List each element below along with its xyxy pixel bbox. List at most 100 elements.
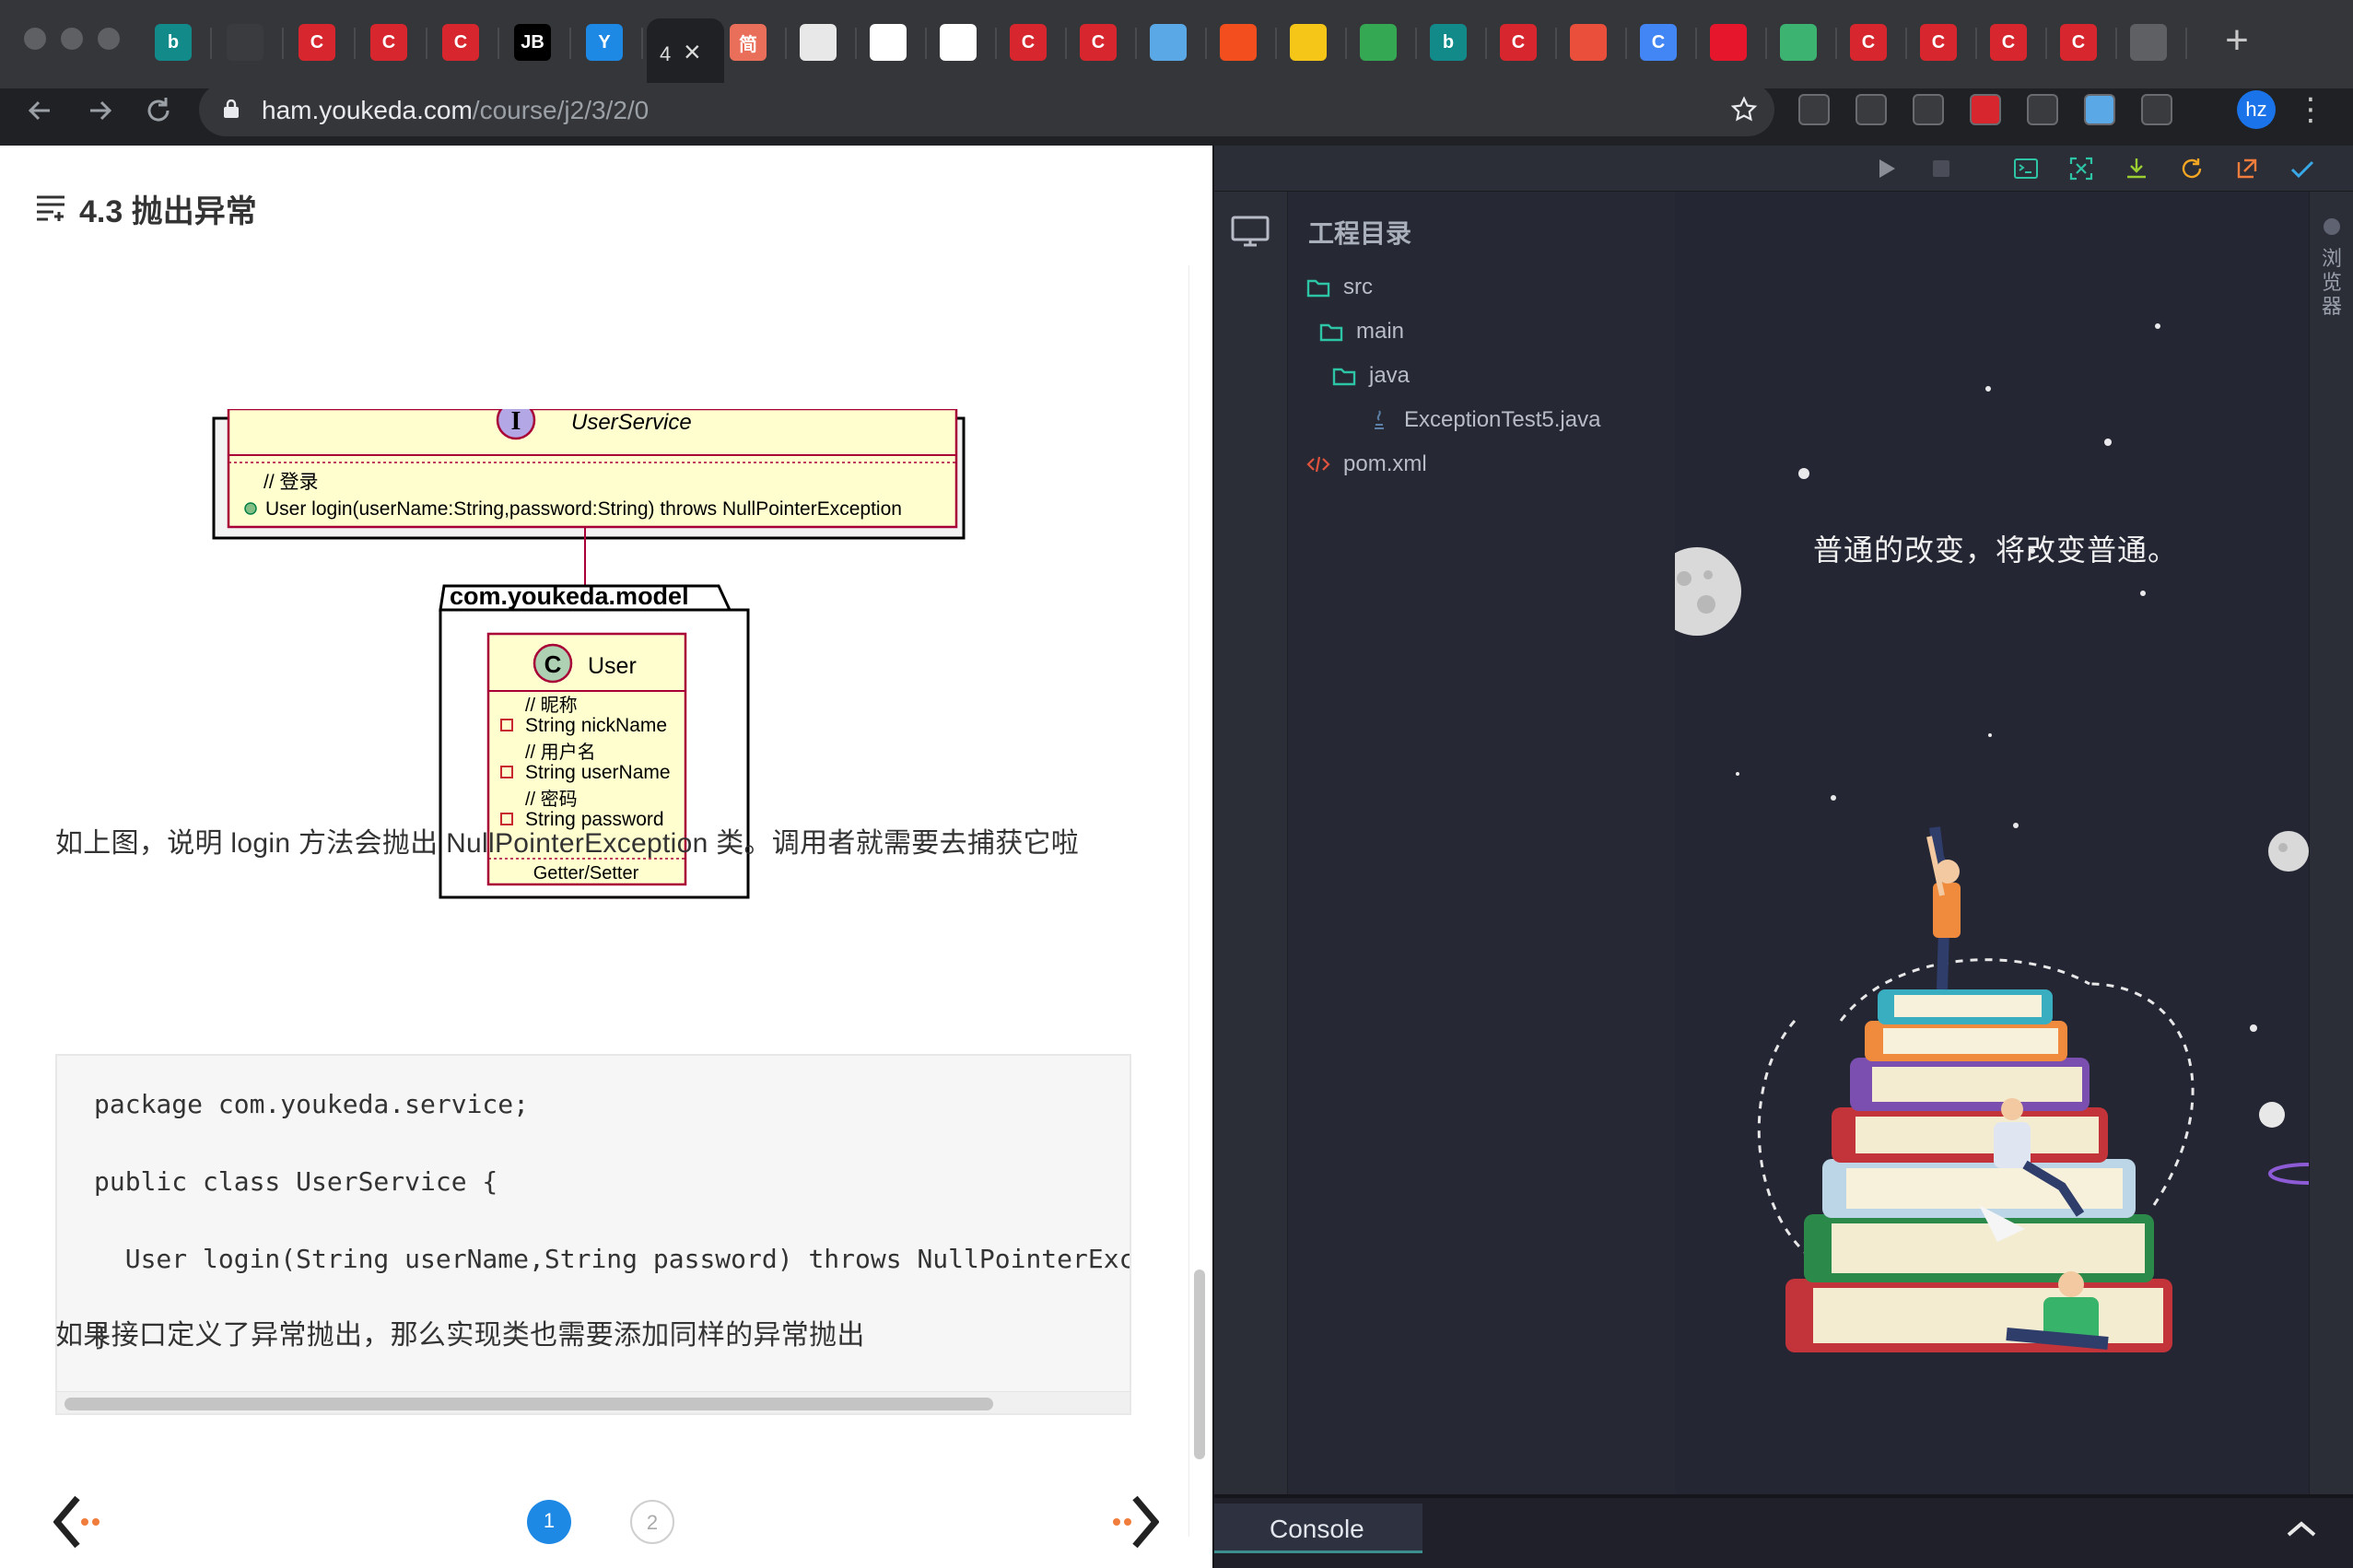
tree-item-main[interactable]: main [1319, 313, 1404, 350]
ide-pane: 工程目录 src main java ExceptionTest5.java pom.x… [1214, 146, 2353, 1568]
tree-item-pom-xml[interactable]: pom.xml [1306, 446, 1427, 483]
arrow-left-icon [28, 100, 50, 121]
profile-avatar[interactable]: hz [2237, 90, 2276, 129]
browser-side-tab[interactable]: 浏览器 [2321, 247, 2343, 319]
paragraph-1: 如上图，说明 login 方法会抛出 NullPointerException … [55, 828, 1080, 859]
tree-item-label: java [1369, 363, 1411, 388]
interface-badge-letter: I [511, 409, 521, 436]
folder-icon [1319, 323, 1343, 342]
csdn-icon[interactable]: C [1850, 24, 1887, 61]
download-icon[interactable] [2123, 155, 2150, 182]
globe-icon[interactable] [2130, 24, 2167, 61]
tab-separator [1275, 28, 1277, 59]
bing-icon[interactable]: b [155, 24, 192, 61]
forward-button[interactable] [81, 92, 118, 129]
code-horizontal-scrollbar[interactable] [64, 1398, 993, 1410]
jianshu-icon[interactable]: 简 [730, 24, 767, 61]
maximize-window-button[interactable] [98, 28, 120, 50]
close-window-button[interactable] [24, 28, 46, 50]
bing-icon[interactable]: b [1430, 24, 1467, 61]
csdn-icon[interactable]: C [1080, 24, 1117, 61]
minimize-window-button[interactable] [61, 28, 83, 50]
address-bar[interactable]: ham.youkeda.com/course/j2/3/2/0 [199, 83, 1774, 136]
tree-item-label: pom.xml [1343, 451, 1427, 476]
fullscreen-icon[interactable] [2067, 155, 2095, 182]
reload-button[interactable] [140, 92, 177, 129]
field-comment: // 用户名 [525, 742, 596, 763]
active-tab[interactable]: 4 × [647, 18, 724, 88]
new-tab-button[interactable]: + [2217, 20, 2257, 63]
stop-icon[interactable] [1927, 155, 1955, 182]
page-1-button[interactable]: 1 [527, 1500, 571, 1544]
weibo-icon[interactable] [1710, 24, 1747, 61]
browser-menu-button[interactable]: ⋮ [2292, 92, 2329, 129]
ide-activity-bar [1214, 192, 1288, 1524]
field-comment: // 昵称 [525, 695, 578, 716]
explorer-title: 工程目录 [1308, 219, 1412, 248]
monitor-icon[interactable] [1231, 216, 1270, 247]
page-2-button[interactable]: 2 [630, 1500, 674, 1544]
next-page-icon[interactable] [1109, 1494, 1159, 1550]
jetbrains-icon[interactable]: JB [514, 24, 551, 61]
back-button[interactable] [22, 92, 59, 129]
package-name: com.youkeda.model [450, 582, 689, 610]
tab-separator [1345, 28, 1347, 59]
bookmark-star-icon[interactable] [1730, 96, 1758, 123]
csdn-icon[interactable]: C [1010, 24, 1047, 61]
tab-separator [282, 28, 284, 59]
chevron-up-icon[interactable] [2283, 1515, 2320, 1542]
refresh-icon[interactable] [2178, 155, 2206, 182]
reload-icon [147, 98, 170, 122]
run-icon[interactable] [1872, 155, 1900, 182]
store-icon[interactable] [1570, 24, 1607, 61]
lesson-scrollbar[interactable] [1194, 1270, 1205, 1459]
csdn-icon[interactable]: C [2060, 24, 2097, 61]
tree-item-src[interactable]: src [1306, 269, 1373, 306]
console-tab[interactable]: Console [1214, 1504, 1422, 1553]
csdn-icon[interactable]: C [370, 24, 407, 61]
csdn-icon[interactable]: C [442, 24, 479, 61]
tab-separator [569, 28, 571, 59]
scratch-icon[interactable] [800, 24, 837, 61]
terminal-icon[interactable] [2012, 155, 2040, 182]
tab-separator [1905, 28, 1907, 59]
yuque-icon[interactable]: Y [586, 24, 623, 61]
tree-item-java[interactable]: java [1332, 357, 1410, 394]
csdn-icon[interactable]: C [299, 24, 335, 61]
figma-icon[interactable] [1220, 24, 1257, 61]
close-tab-icon[interactable]: × [684, 35, 701, 69]
csdn-icon[interactable]: C [1500, 24, 1537, 61]
reader-mode-icon[interactable] [1798, 94, 1830, 125]
download-icon[interactable] [1855, 94, 1887, 125]
sketch-icon[interactable] [1150, 24, 1187, 61]
playlist-icon[interactable] [2141, 94, 2172, 125]
github-icon[interactable] [870, 24, 907, 61]
csdn-icon[interactable]: C [1990, 24, 2027, 61]
previous-page-icon[interactable] [53, 1494, 103, 1550]
chrome-icon[interactable] [1360, 24, 1397, 61]
tab-separator [1695, 28, 1697, 59]
yandex-icon[interactable] [1290, 24, 1327, 61]
tab-separator [1555, 28, 1557, 59]
cursor-icon[interactable] [2027, 94, 2058, 125]
tree-item-exceptiontest5-java[interactable]: ExceptionTest5.java [1367, 402, 1600, 439]
tab-separator [995, 28, 997, 59]
tab-separator [2045, 28, 2047, 59]
github-icon[interactable] [940, 24, 977, 61]
url-path: /course/j2/3/2/0 [472, 96, 650, 124]
lesson-title: 4.3 抛出异常 [79, 194, 257, 229]
check-icon[interactable] [2289, 155, 2316, 182]
ide-toolbar [1214, 146, 2353, 192]
field-comment: // 密码 [525, 789, 578, 810]
notes-icon[interactable] [1970, 94, 2001, 125]
bookmark-icon[interactable] [1913, 94, 1944, 125]
field-declaration: String userName [525, 762, 671, 783]
map-icon[interactable] [1780, 24, 1817, 61]
dark-logo-icon[interactable] [227, 24, 263, 61]
toc-menu-icon[interactable] [35, 193, 66, 221]
google-icon[interactable]: C [1640, 24, 1677, 61]
diamond-icon[interactable] [2084, 94, 2115, 125]
browser-globe-icon [2324, 218, 2340, 235]
export-icon[interactable] [2233, 155, 2261, 182]
csdn-icon[interactable]: C [1920, 24, 1957, 61]
